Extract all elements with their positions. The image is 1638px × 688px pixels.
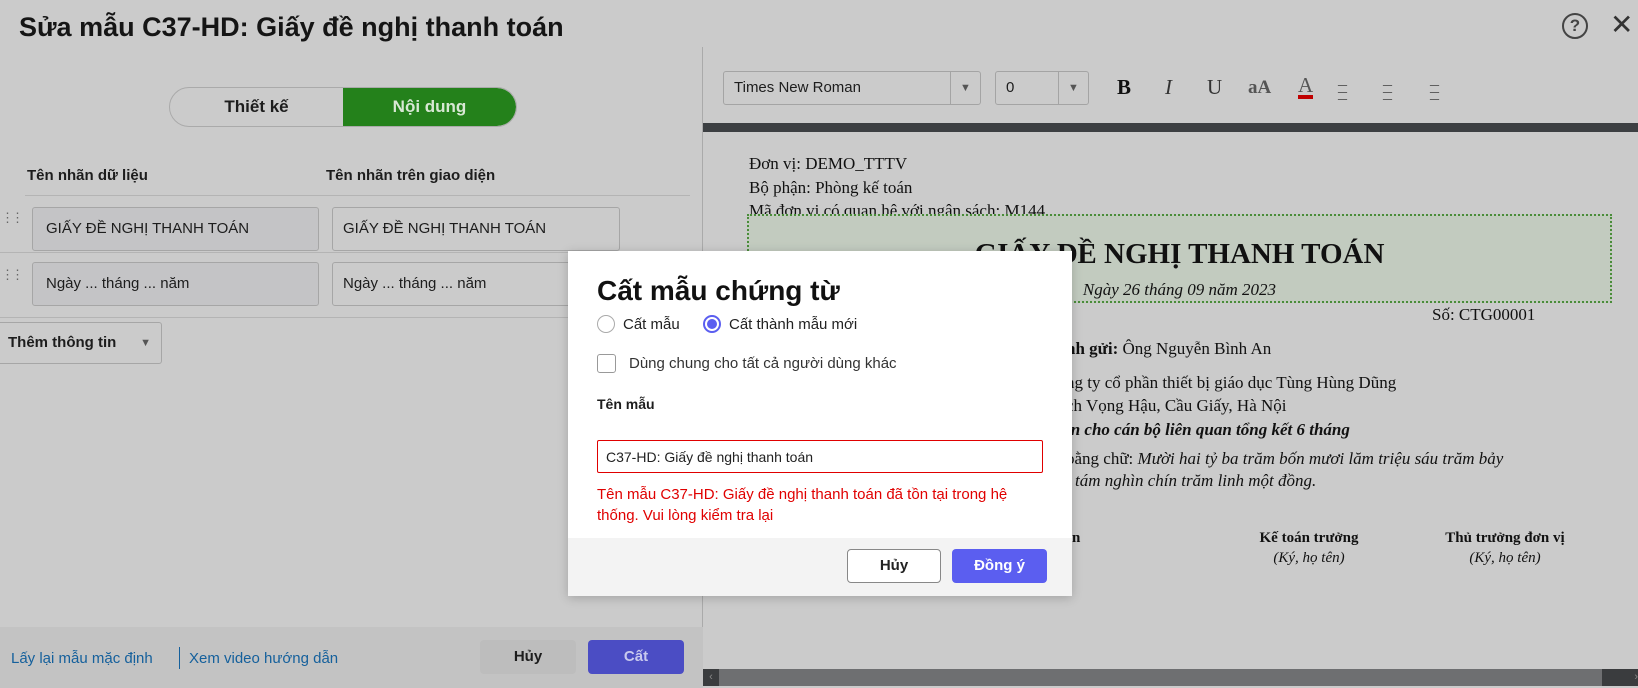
font-size-select[interactable]: 0 ▼ (995, 71, 1089, 105)
doc-company: ng ty cổ phần thiết bị giáo dục Tùng Hùn… (1066, 373, 1397, 392)
add-info-label: Thêm thông tin (8, 334, 117, 351)
doc-signer-title: Kế toán trưởng (1259, 530, 1359, 546)
ui-label-input[interactable]: GIẤY ĐỀ NGHỊ THANH TOÁN (332, 207, 620, 251)
scroll-right-icon[interactable]: › (1602, 669, 1638, 686)
data-label-field: GIẤY ĐỀ NGHỊ THANH TOÁN (32, 207, 319, 251)
doc-words-value: Mười hai tỷ ba trăm bốn mươi lăm triệu s… (1137, 449, 1504, 468)
add-info-dropdown[interactable]: Thêm thông tin ▼ (0, 322, 162, 364)
ruler-bar (703, 123, 1638, 132)
align-center-icon[interactable]: ‒ ‒ ‒ (1383, 75, 1392, 107)
align-left-icon[interactable]: ‒ ‒ ‒ (1338, 75, 1347, 107)
font-size-value: 0 (1006, 79, 1015, 96)
save-button[interactable]: Cất (588, 640, 684, 674)
drag-handle-icon[interactable]: ⋮⋮ (1, 211, 24, 224)
doc-to-value: Ông Nguyễn Bình An (1118, 339, 1272, 358)
template-name-input[interactable] (597, 440, 1043, 473)
change-case-icon[interactable]: aA (1248, 77, 1271, 99)
option-save[interactable]: Cất mẫu (597, 315, 680, 333)
font-family-select[interactable]: Times New Roman ▼ (723, 71, 981, 105)
dialog-ok-button[interactable]: Đồng ý (952, 549, 1047, 583)
reset-default-link[interactable]: Lấy lại mẫu mặc định (11, 650, 153, 667)
option-save-as-new-label: Cất thành mẫu mới (729, 315, 858, 333)
doc-signer-partial: n (1072, 530, 1081, 546)
dialog-footer: Hủy Đồng ý (568, 538, 1072, 596)
chevron-down-icon: ▼ (950, 72, 980, 104)
doc-reason: in cho cán bộ liên quan tổng kết 6 tháng (1066, 420, 1350, 439)
horizontal-scrollbar[interactable]: ‹ › (703, 669, 1638, 686)
tab-design[interactable]: Thiết kế (170, 88, 343, 126)
bold-icon[interactable]: B (1117, 75, 1131, 100)
help-icon[interactable]: ? (1562, 13, 1588, 39)
dialog-title: Cất mẫu chứng từ (597, 275, 840, 306)
error-message: Tên mẫu C37-HD: Giấy đề nghị thanh toán … (597, 486, 1008, 524)
radio-selected-icon[interactable] (703, 315, 721, 333)
align-right-icon[interactable]: ‒ ‒ ‒ (1430, 75, 1439, 107)
save-template-dialog: Cất mẫu chứng từ Cất mẫu Cất thành mẫu m… (568, 251, 1072, 596)
chevron-down-icon: ▼ (140, 337, 151, 349)
checkbox-icon[interactable] (597, 354, 616, 373)
view-toggle: Thiết kế Nội dung (169, 87, 517, 127)
scroll-left-icon[interactable]: ‹ (703, 669, 719, 686)
doc-dept: Bộ phận: Phòng kế toán (749, 178, 913, 197)
close-icon[interactable]: ✕ (1610, 8, 1633, 41)
dialog-cancel-button[interactable]: Hủy (847, 549, 941, 583)
doc-signer-note: (Ký, họ tên) (1469, 550, 1541, 566)
font-family-value: Times New Roman (734, 79, 861, 96)
doc-number: Số: CTG00001 (1432, 305, 1536, 324)
italic-icon[interactable]: I (1165, 75, 1172, 100)
doc-to-label: nh gửi: (1066, 339, 1119, 358)
data-label-field: Ngày ... tháng ... năm (32, 262, 319, 306)
text-color-icon[interactable]: A (1298, 75, 1314, 99)
share-label: Dùng chung cho tất cả người dùng khác (629, 355, 897, 372)
doc-unit: Đơn vị: DEMO_TTTV (749, 154, 908, 173)
doc-signer-title: Thủ trưởng đơn vị (1445, 530, 1565, 546)
drag-handle-icon[interactable]: ⋮⋮ (1, 268, 24, 281)
divider (25, 195, 690, 196)
tab-content[interactable]: Nội dung (343, 88, 516, 126)
cancel-button[interactable]: Hủy (480, 640, 576, 674)
column-header-ui-label: Tên nhãn trên giao diện (326, 167, 496, 184)
chevron-down-icon: ▼ (1058, 72, 1088, 104)
column-header-data-label: Tên nhãn dữ liệu (27, 167, 148, 184)
template-name-label: Tên mẫu (597, 396, 655, 412)
doc-words-label: bằng chữ: (1066, 449, 1138, 468)
window-title: Sửa mẫu C37-HD: Giấy đề nghị thanh toán (19, 12, 564, 42)
option-save-label: Cất mẫu (623, 315, 680, 333)
doc-signer-note: (Ký, họ tên) (1273, 550, 1345, 566)
video-guide-link[interactable]: Xem video hướng dẫn (189, 650, 338, 667)
option-save-as-new[interactable]: Cất thành mẫu mới (703, 315, 857, 333)
radio-icon[interactable] (597, 315, 615, 333)
doc-address: ch Vọng Hậu, Cầu Giấy, Hà Nội (1066, 396, 1287, 415)
link-separator (179, 647, 180, 669)
doc-words-value-2: i tám nghìn chín trăm linh một đồng. (1066, 471, 1317, 490)
share-checkbox[interactable]: Dùng chung cho tất cả người dùng khác (597, 354, 897, 373)
underline-icon[interactable]: U (1207, 75, 1222, 100)
